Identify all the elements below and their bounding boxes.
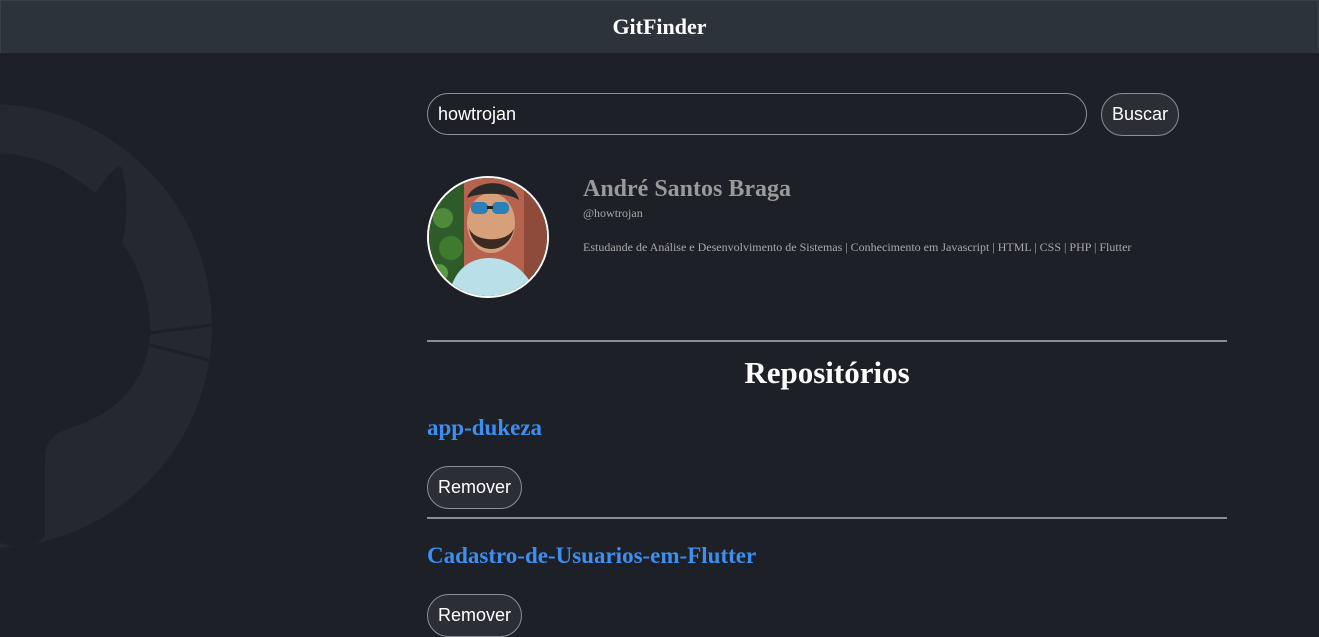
remove-button[interactable]: Remover xyxy=(427,466,522,509)
profile-login: @howtrojan xyxy=(583,206,643,220)
divider xyxy=(427,340,1227,342)
search-input[interactable] xyxy=(427,93,1087,135)
app-header: GitFinder xyxy=(0,0,1319,53)
repo-link[interactable]: app-dukeza xyxy=(427,415,542,441)
github-octocat-icon xyxy=(0,104,213,548)
profile-name: André Santos Braga xyxy=(583,176,792,202)
search-bar: Buscar xyxy=(427,93,1227,137)
avatar xyxy=(427,176,549,298)
search-button[interactable]: Buscar xyxy=(1101,93,1179,136)
repos-title: Repositórios xyxy=(744,355,910,390)
remove-button[interactable]: Remover xyxy=(427,594,522,637)
app-title: GitFinder xyxy=(612,14,707,39)
repo-link[interactable]: Cadastro-de-Usuarios-em-Flutter xyxy=(427,543,756,569)
profile-card: André Santos Braga @howtrojan Estudande … xyxy=(427,176,1227,301)
profile-bio: Estudande de Análise e Desenvolvimento d… xyxy=(583,240,1132,254)
divider xyxy=(427,517,1227,519)
